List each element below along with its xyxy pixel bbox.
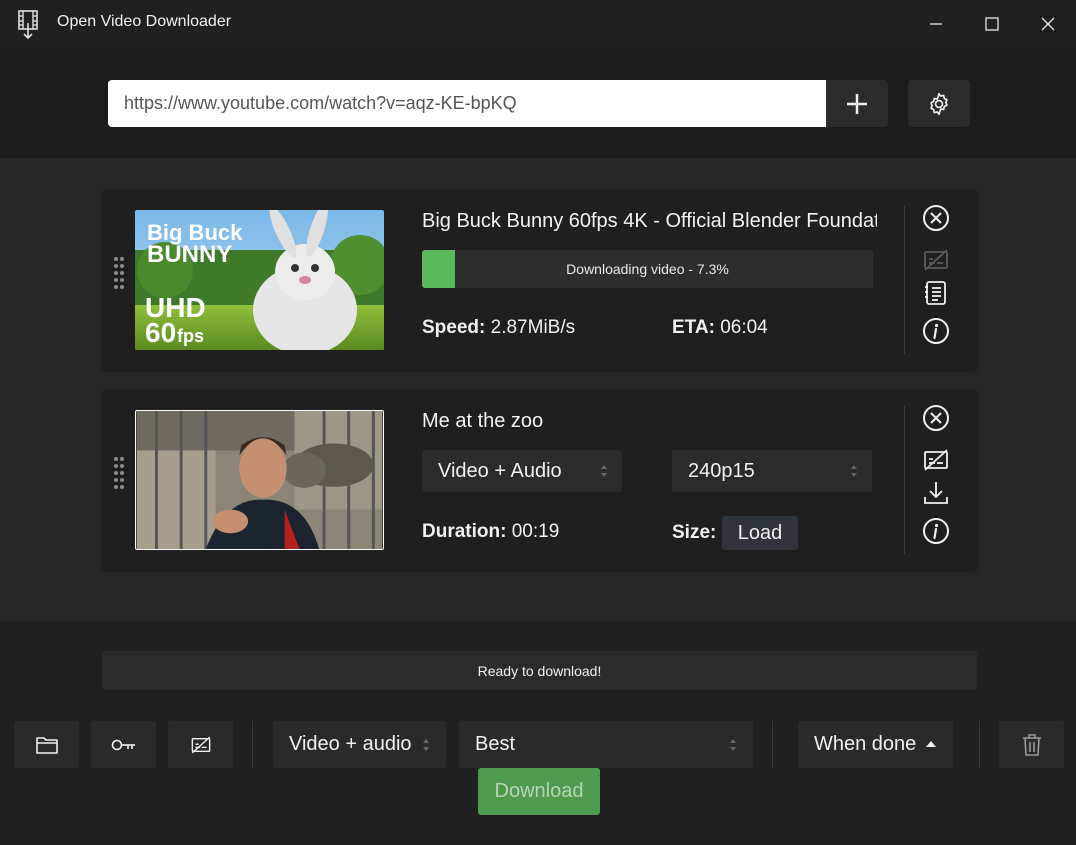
thumb-line2: BUNNY	[147, 241, 232, 268]
when-done-dropdown[interactable]: When done	[798, 721, 953, 768]
queue-card-downloading: Big Buck BUNNY UHD 60 fps Big Buck Bunny…	[102, 190, 977, 370]
global-quality-value: Best	[475, 733, 516, 755]
video-thumbnail: Big Buck BUNNY UHD 60 fps	[135, 210, 384, 350]
download-item-button[interactable]	[920, 477, 952, 509]
url-input[interactable]	[108, 80, 826, 127]
card-divider	[904, 206, 905, 354]
eta-label: ETA:	[672, 317, 715, 338]
status-message: Ready to download!	[102, 651, 977, 690]
info-button[interactable]	[920, 315, 952, 347]
quality-value: 240p15	[688, 459, 755, 482]
duration-stat: Duration: 00:19	[422, 521, 559, 543]
info-icon	[923, 518, 949, 544]
cancel-download-button[interactable]	[920, 202, 952, 234]
video-title: Big Buck Bunny 60fps 4K - Official Blend…	[422, 210, 877, 232]
duration-label: Duration:	[422, 521, 507, 542]
key-icon	[111, 739, 135, 750]
authentication-button[interactable]	[91, 721, 156, 768]
size-label: Size:	[672, 522, 717, 543]
thumb-line5: fps	[177, 326, 204, 346]
subtitles-button[interactable]	[920, 444, 952, 476]
drag-handle-icon[interactable]	[112, 455, 126, 491]
progress-text: Downloading video - 7.3%	[566, 261, 729, 277]
card-divider	[904, 406, 905, 554]
minimize-icon	[930, 23, 942, 25]
close-window-button[interactable]	[1020, 0, 1076, 48]
film-download-icon	[18, 10, 38, 40]
minimize-button[interactable]	[908, 0, 964, 48]
close-icon	[1041, 17, 1055, 31]
quality-select[interactable]: 240p15	[672, 450, 872, 492]
download-icon	[924, 482, 948, 504]
speed-value: 2.87MiB/s	[490, 317, 576, 338]
window-title: Open Video Downloader	[57, 13, 232, 30]
drag-handle-icon[interactable]	[112, 255, 126, 291]
download-queue: Big Buck BUNNY UHD 60 fps Big Buck Bunny…	[0, 158, 1076, 621]
select-arrows-icon	[730, 739, 736, 751]
clear-queue-button[interactable]	[999, 721, 1064, 768]
subtitles-off-icon	[191, 736, 210, 753]
subtitles-icon	[924, 449, 948, 471]
log-button[interactable]	[920, 277, 952, 309]
global-format-value: Video + audio	[289, 733, 412, 755]
remove-icon	[923, 405, 949, 431]
toolbar-divider	[979, 721, 980, 768]
toolbar-divider	[772, 721, 773, 768]
size-stat: Size:	[672, 522, 716, 544]
no-subtitles-icon	[924, 249, 948, 271]
url-bar	[0, 48, 1076, 158]
info-icon	[923, 318, 949, 344]
open-folder-button[interactable]	[14, 721, 79, 768]
trash-icon	[1022, 733, 1041, 756]
title-bar: Open Video Downloader	[0, 0, 1076, 48]
format-type-select[interactable]: Video + Audio	[422, 450, 622, 492]
maximize-icon	[985, 17, 999, 31]
eta-value: 06:04	[720, 317, 768, 338]
select-arrows-icon	[423, 739, 429, 751]
plus-icon	[847, 93, 867, 114]
subtitles-toggle-button[interactable]	[168, 721, 233, 768]
caret-up-icon	[926, 741, 936, 747]
thumb-line4: 60	[145, 317, 176, 348]
add-url-button[interactable]	[826, 80, 888, 127]
cancel-icon	[923, 205, 949, 231]
info-button[interactable]	[920, 515, 952, 547]
remove-item-button[interactable]	[920, 402, 952, 434]
download-progress-bar: Downloading video - 7.3%	[422, 250, 873, 288]
load-size-button[interactable]: Load	[722, 516, 798, 550]
video-thumbnail	[135, 410, 384, 550]
format-type-value: Video + Audio	[438, 459, 562, 482]
subtitles-button[interactable]	[920, 244, 952, 276]
settings-button[interactable]	[908, 80, 970, 127]
when-done-label: When done	[814, 733, 917, 755]
select-arrows-icon	[601, 465, 607, 477]
duration-value: 00:19	[511, 521, 560, 542]
global-format-select[interactable]: Video + audio	[273, 721, 446, 768]
download-all-button[interactable]: Download	[478, 768, 600, 815]
speed-label: Speed:	[422, 317, 486, 338]
speed-stat: Speed: 2.87MiB/s	[422, 317, 575, 339]
queue-card-pending: Me at the zoo Video + Audio 240p15 Durat…	[102, 390, 977, 570]
toolbar-divider	[252, 721, 253, 768]
video-title: Me at the zoo	[422, 410, 544, 432]
maximize-button[interactable]	[964, 0, 1020, 48]
global-quality-select[interactable]: Best	[459, 721, 753, 768]
select-arrows-icon	[851, 465, 857, 477]
log-icon	[925, 281, 946, 305]
gear-icon	[930, 92, 948, 115]
folder-icon	[35, 736, 58, 754]
eta-stat: ETA: 06:04	[672, 317, 768, 339]
